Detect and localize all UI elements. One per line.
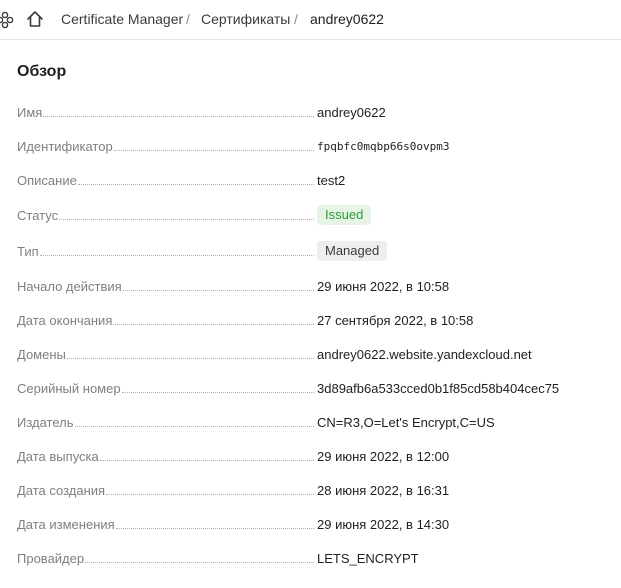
field-value-updated-at: 29 июня 2022, в 14:30: [317, 516, 450, 532]
breadcrumb-certificates[interactable]: Сертификаты: [201, 11, 290, 28]
field-value-name: andrey0622: [317, 104, 386, 120]
field-row-serial: Серийный номер 3d89afb6a533cced0b1f85cd5…: [17, 377, 607, 399]
field-label: Идентификатор: [17, 138, 113, 154]
field-row-valid-to: Дата окончания 27 сентября 2022, в 10:58: [17, 309, 607, 331]
breadcrumb-current: andrey0622: [310, 11, 384, 27]
field-value-valid-to: 27 сентября 2022, в 10:58: [317, 312, 474, 328]
breadcrumb-separator: /: [186, 11, 190, 27]
field-row-issuer: Издатель CN=R3,O=Let's Encrypt,C=US: [17, 411, 607, 433]
field-label: Провайдер: [17, 550, 85, 566]
breadcrumb-certificate-manager[interactable]: Certificate Manager: [61, 11, 183, 28]
field-label: Дата выпуска: [17, 448, 99, 464]
field-row-name: Имя andrey0622: [17, 101, 607, 123]
header-bar: Certificate Manager / Сертификаты / andr…: [0, 0, 621, 40]
field-row-created-at: Дата создания 28 июня 2022, в 16:31: [17, 479, 607, 501]
field-label: Домены: [17, 346, 66, 362]
field-value-serial: 3d89afb6a533cced0b1f85cd58b404cec75: [317, 380, 560, 396]
field-row-provider: Провайдер LETS_ENCRYPT: [17, 547, 607, 569]
field-row-type: Тип Managed: [17, 240, 607, 262]
field-label: Статус: [17, 207, 59, 223]
field-value-provider: LETS_ENCRYPT: [317, 550, 419, 566]
field-row-domains: Домены andrey0622.website.yandexcloud.ne…: [17, 343, 607, 365]
page-title: Обзор: [17, 63, 67, 80]
field-row-id: Идентификатор fpqbfc0mqbp66s0ovpm3: [17, 135, 607, 157]
status-badge: Issued: [317, 205, 372, 225]
field-label: Имя: [17, 104, 43, 120]
field-value-valid-from: 29 июня 2022, в 10:58: [317, 278, 450, 294]
type-badge: Managed: [317, 241, 388, 261]
field-row-description: Описание test2: [17, 169, 607, 191]
field-row-valid-from: Начало действия 29 июня 2022, в 10:58: [17, 275, 607, 297]
field-value-issuer: CN=R3,O=Let's Encrypt,C=US: [317, 414, 495, 430]
field-label: Описание: [17, 172, 77, 188]
field-value-domains: andrey0622.website.yandexcloud.net: [317, 346, 532, 362]
home-icon[interactable]: [25, 9, 45, 29]
field-label: Серийный номер: [17, 380, 121, 396]
field-label: Дата изменения: [17, 516, 115, 532]
field-row-issued-at: Дата выпуска 29 июня 2022, в 12:00: [17, 445, 607, 467]
field-label: Дата окончания: [17, 312, 113, 328]
field-row-updated-at: Дата изменения 29 июня 2022, в 14:30: [17, 513, 607, 535]
field-value-id[interactable]: fpqbfc0mqbp66s0ovpm3: [317, 135, 449, 157]
field-label: Издатель: [17, 414, 74, 430]
field-value-issued-at: 29 июня 2022, в 12:00: [317, 448, 450, 464]
field-row-status: Статус Issued: [17, 204, 607, 226]
field-value-created-at: 28 июня 2022, в 16:31: [317, 482, 450, 498]
field-value-description: test2: [317, 172, 346, 188]
breadcrumb-separator: /: [294, 11, 298, 27]
services-icon[interactable]: [0, 10, 15, 30]
field-label: Начало действия: [17, 278, 122, 294]
field-label: Дата создания: [17, 482, 106, 498]
field-label: Тип: [17, 243, 39, 259]
